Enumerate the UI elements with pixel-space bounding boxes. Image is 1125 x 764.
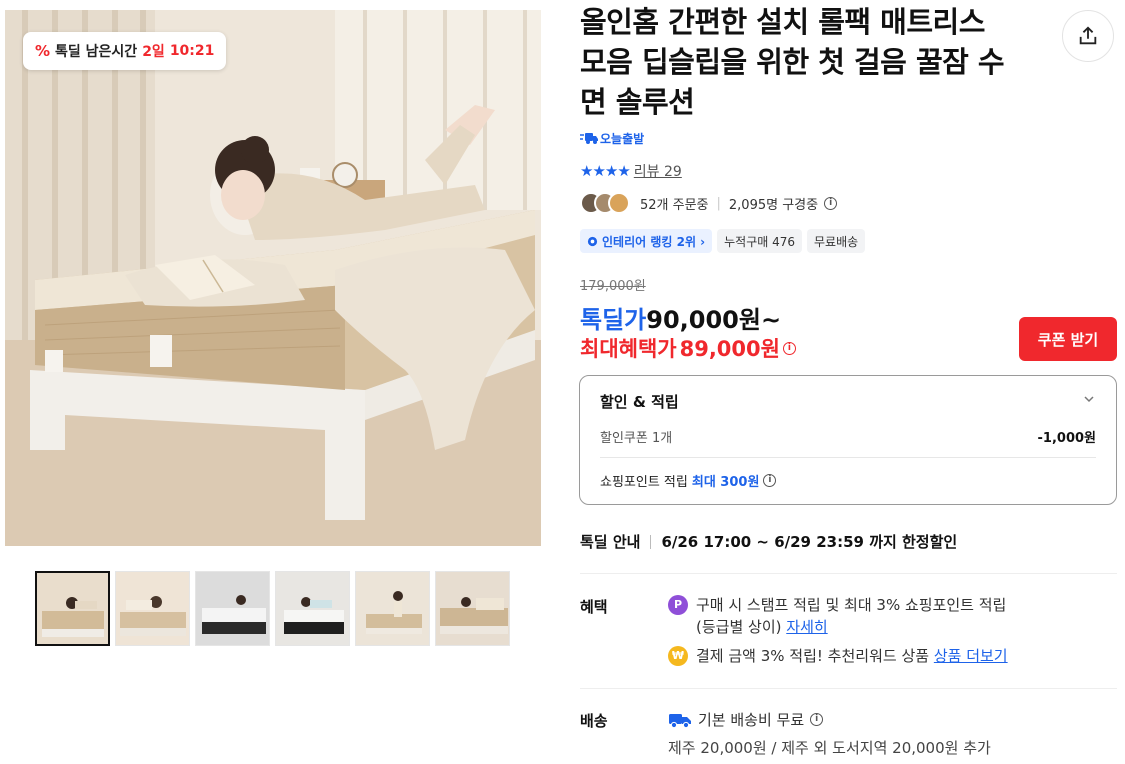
purchase-count-label: 누적구매 476 [724, 234, 795, 249]
percent-icon: % [35, 42, 51, 60]
buyer-avatars [580, 192, 630, 214]
coupon-discount-value: -1,000원 [1037, 431, 1096, 446]
divider [600, 457, 1096, 458]
viewing-count: 2,095명 구경중 [728, 197, 819, 213]
point-coin-icon: P [668, 595, 688, 615]
avatar [608, 192, 630, 214]
chevron-down-icon[interactable] [1082, 392, 1096, 406]
deal-price-label: 톡딜가 [580, 306, 647, 334]
shipping-base-row: 기본 배송비 무료 i [668, 709, 824, 730]
divider [650, 534, 652, 549]
deal-timer-badge: % 톡딜 남은시간 2일 10:21 [23, 32, 227, 70]
divider: | [716, 195, 721, 211]
divider [580, 573, 1117, 574]
thumbnail-6[interactable] [435, 571, 510, 646]
shipping-base-text: 기본 배송비 무료 [698, 711, 805, 729]
deal-info-period: 6/26 17:00 ~ 6/29 23:59 까지 한정할인 [661, 533, 958, 551]
accordion-title: 할인 & 적립 [600, 393, 679, 411]
review-link[interactable]: 리뷰 29 [634, 161, 682, 181]
timer-days: 2일 [142, 44, 165, 60]
reward-coin-icon: ₩ [668, 646, 688, 666]
shipping-label: 배송 [580, 712, 608, 730]
social-proof: 52개 주문중 | 2,095명 구경중 i [580, 191, 838, 215]
product-title: 올인홈 간편한 설치 롤팩 매트리스 모음 딥슬립을 위한 첫 걸음 꿀잠 수면… [580, 5, 1005, 119]
divider [580, 688, 1117, 689]
purchase-count-chip: 누적구매 476 [717, 229, 802, 253]
benefit-line-2-text: 결제 금액 3% 적립! 추천리워드 상품 [696, 647, 930, 665]
info-icon[interactable]: i [782, 341, 796, 355]
thumbnail-3[interactable] [195, 571, 270, 646]
truck-icon [669, 713, 691, 728]
info-icon[interactable]: i [763, 474, 777, 487]
thumbnail-strip [35, 571, 510, 646]
ranking-chip[interactable]: 인테리어 랭킹 2위 › [580, 229, 713, 253]
today-delivery-label: 오늘출발 [600, 131, 645, 146]
benefit-line-1-text: 구매 시 스탬프 적립 및 최대 3% 쇼핑포인트 적립 [696, 596, 1007, 614]
max-benefit-value: 89,000원 [679, 337, 780, 361]
thumbnail-4[interactable] [275, 571, 350, 646]
coupon-button[interactable]: 쿠폰 받기 [1019, 317, 1117, 361]
details-link[interactable]: 자세히 [786, 618, 827, 636]
main-product-image[interactable]: % 톡딜 남은시간 2일 10:21 [5, 10, 541, 546]
today-delivery-badge: 오늘출발 [580, 129, 644, 147]
max-benefit-price: 최대혜택가 89,000원 i [580, 333, 796, 363]
gear-icon [587, 236, 598, 246]
deal-price: 톡딜가90,000원~ [580, 300, 781, 335]
benefit-line-1: P 구매 시 스탬프 적립 및 최대 3% 쇼핑포인트 적립 (등급별 상이) … [668, 594, 1006, 638]
share-button[interactable] [1062, 10, 1114, 62]
benefit-line-2: ₩ 결제 금액 3% 적립! 추천리워드 상품 상품 더보기 [668, 645, 1008, 667]
benefit-line-1-text2: (등급별 상이) [696, 618, 782, 636]
original-price: 179,000원 [580, 279, 646, 294]
free-shipping-label: 무료배송 [814, 234, 859, 249]
timer-label: 톡딜 남은시간 [55, 44, 138, 60]
free-shipping-chip: 무료배송 [807, 229, 866, 253]
shipping-extra-text: 제주 20,000원 / 제주 외 도서지역 20,000원 추가 [668, 739, 991, 757]
shopping-point-label: 쇼핑포인트 적립 [600, 475, 688, 490]
deal-info-row: 톡딜 안내 6/26 17:00 ~ 6/29 23:59 까지 한정할인 [580, 531, 957, 552]
mattress-photo [5, 10, 541, 546]
benefits-label: 혜택 [580, 598, 608, 616]
thumbnail-2[interactable] [115, 571, 190, 646]
chip-row: 인테리어 랭킹 2위 › 누적구매 476 무료배송 [580, 229, 866, 253]
max-benefit-label: 최대혜택가 [580, 337, 677, 361]
star-rating: ★★★★ [580, 162, 631, 180]
more-products-link[interactable]: 상품 더보기 [934, 647, 1008, 665]
thumbnail-1[interactable] [35, 571, 110, 646]
thumbnail-5[interactable] [355, 571, 430, 646]
share-icon [1079, 26, 1097, 45]
discount-accordion[interactable]: 할인 & 적립 할인쿠폰 1개 -1,000원 쇼핑포인트 적립 최대 300원… [579, 375, 1117, 505]
truck-icon [580, 133, 598, 144]
shopping-point-value: 최대 300원 [691, 475, 760, 490]
deal-info-label: 톡딜 안내 [580, 533, 641, 551]
ranking-chip-label: 인테리어 랭킹 2위 › [602, 234, 706, 249]
info-icon[interactable]: i [810, 713, 824, 726]
ordering-count: 52개 주문중 [640, 197, 709, 213]
coupon-count-label: 할인쿠폰 1개 [600, 431, 673, 446]
info-icon[interactable]: i [824, 196, 838, 210]
rating-row: ★★★★ 리뷰 29 [580, 160, 682, 182]
shopping-point-row: 쇼핑포인트 적립 최대 300원 i [600, 471, 777, 490]
deal-price-value: 90,000원~ [646, 306, 782, 334]
timer-time: 10:21 [169, 43, 215, 59]
